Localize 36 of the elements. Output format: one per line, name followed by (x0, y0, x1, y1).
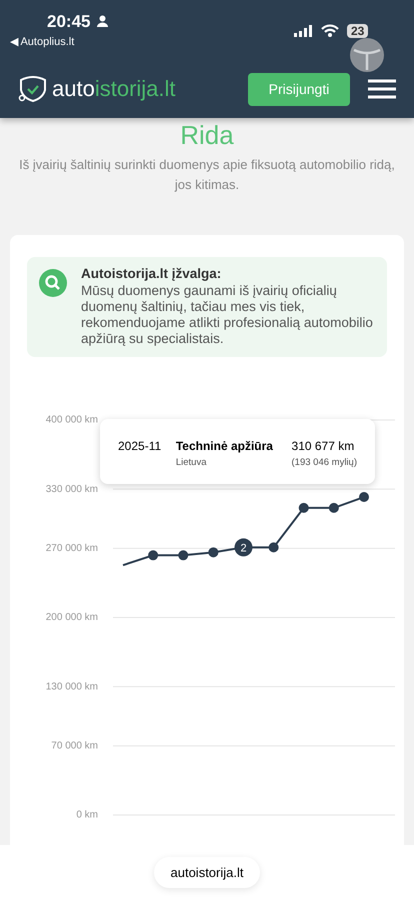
tooltip-country: Lietuva (176, 457, 208, 468)
insight-text: Mūsų duomenys gaunami iš įvairių oficialių duomenų šaltinių, tačiau mes vis tiek, rekomenduojame atlikti profesionalią automobilio apžiūrą su specialistais. (81, 283, 374, 347)
data-point[interactable] (328, 502, 339, 513)
wifi-icon (321, 24, 339, 37)
axis-label: 400 000 km (46, 414, 98, 426)
annotation: 2 (240, 542, 247, 554)
data-point[interactable] (298, 502, 309, 513)
cluster-marker[interactable]: 2 (234, 538, 252, 556)
tooltip-miles: (193 046 mylių) (292, 457, 357, 468)
axis-label: 200 000 km (46, 612, 98, 624)
search-icon (39, 269, 67, 297)
data-point[interactable] (208, 547, 218, 558)
tooltip-date: 2025-11 (118, 439, 162, 455)
data-point[interactable] (359, 492, 369, 502)
axis-label: 130 000 km (46, 681, 98, 692)
axis-label: 0 km (76, 810, 98, 821)
menu-icon[interactable] (368, 79, 396, 99)
floating-button-icon[interactable] (350, 38, 384, 72)
axis-label: 70 000 km (51, 740, 98, 752)
axis-label: 330 000 km (46, 484, 98, 495)
section-title: Rida (179, 120, 235, 151)
section-subtitle: Iš įvairių šaltinių surinkti duomenys apie fiksuotą automobilio ridą, jos kitimas. (18, 156, 396, 194)
url-field[interactable]: autoistorija.lt (154, 857, 260, 888)
battery-level: 23 (347, 24, 368, 38)
signal-icon (294, 25, 314, 37)
back-link[interactable]: ◀ Autoplius.lt (10, 35, 74, 48)
data-point[interactable] (178, 550, 188, 560)
data-point[interactable] (268, 542, 279, 552)
person-icon (97, 15, 108, 27)
data-point[interactable] (148, 550, 158, 560)
tooltip-mileage: 310 677 km (292, 439, 356, 453)
axis-label: 270 000 km (46, 543, 98, 554)
insight-title: Autoistorija.lt įžvalga: (81, 266, 222, 281)
site-logo[interactable]: autoistorija.lt (18, 76, 238, 102)
tooltip-event: Techninė apžiūra (176, 439, 274, 453)
status-time: 20:45 (47, 12, 90, 32)
